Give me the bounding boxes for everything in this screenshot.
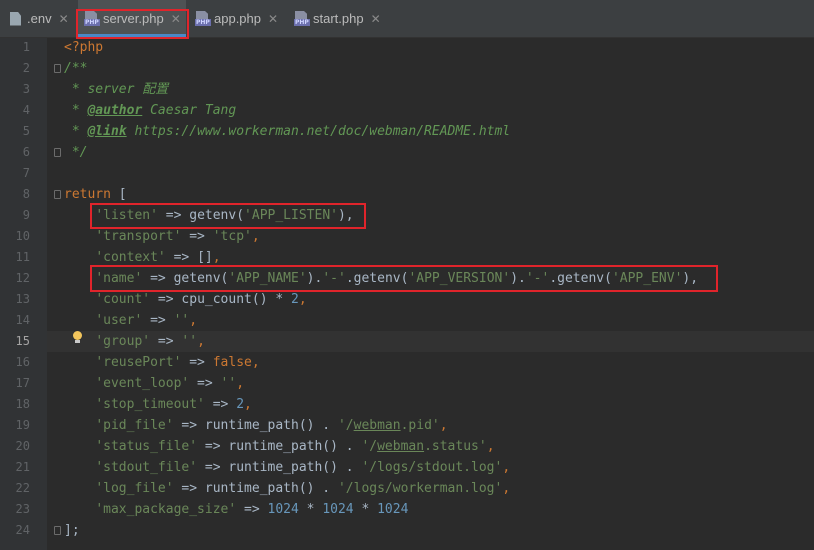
line-number: 20	[15, 439, 30, 453]
line-number: 4	[22, 103, 30, 117]
line-number: 23	[15, 502, 30, 516]
line-number: 16	[15, 355, 30, 369]
doc-tag: @link	[87, 124, 127, 139]
line-number: 21	[15, 460, 30, 474]
tab-label: app.php	[214, 11, 261, 26]
tab-label: .env	[27, 11, 52, 26]
tab-server-php[interactable]: server.php ✕	[78, 0, 186, 37]
close-icon[interactable]: ✕	[171, 12, 181, 26]
doc-comment: Caesar Tang	[142, 103, 237, 118]
keyword: return	[64, 187, 111, 202]
code-line-20: 'status_file' => runtime_path() . '/webm…	[95, 439, 495, 454]
fold-marker[interactable]	[54, 190, 61, 199]
php-file-icon	[84, 11, 100, 26]
php-open-tag: <?php	[64, 40, 104, 55]
php-file-icon	[195, 11, 211, 26]
code-line-19: 'pid_file' => runtime_path() . '/webman.…	[95, 418, 448, 433]
code-line-13: 'count' => cpu_count() * 2,	[95, 292, 307, 307]
line-number: 17	[15, 376, 30, 390]
code-line-22: 'log_file' => runtime_path() . '/logs/wo…	[95, 481, 511, 496]
line-number: 7	[22, 166, 30, 180]
tab-label: start.php	[313, 11, 364, 26]
line-number: 24	[15, 523, 30, 537]
doc-comment: */	[64, 145, 88, 160]
code-line-23: 'max_package_size' => 1024 * 1024 * 1024	[95, 502, 409, 517]
code-line-11: 'context' => [],	[95, 250, 221, 265]
line-number: 11	[15, 250, 30, 264]
code-line-6: */	[64, 142, 88, 163]
line-number: 15	[15, 334, 30, 348]
code-line-21: 'stdout_file' => runtime_path() . '/logs…	[95, 460, 511, 475]
code-line-3: * server 配置	[64, 79, 168, 100]
close-icon[interactable]: ✕	[59, 12, 69, 26]
line-number: 12	[15, 271, 30, 285]
fold-marker[interactable]	[54, 64, 61, 73]
fold-marker[interactable]	[54, 148, 61, 157]
line-number: 14	[15, 313, 30, 327]
code-line-16: 'reusePort' => false,	[95, 355, 260, 370]
code-line-5: * @link https://www.workerman.net/doc/we…	[64, 124, 511, 139]
line-number: 8	[22, 187, 30, 201]
editor-tab-bar: .env ✕ server.php ✕ app.php ✕ start.php …	[0, 0, 814, 38]
close-icon[interactable]: ✕	[268, 12, 278, 26]
line-number: 1	[22, 40, 30, 54]
line-number: 19	[15, 418, 30, 432]
line-number: 5	[22, 124, 30, 138]
code-line-1: <?php	[64, 37, 103, 58]
line-number: 18	[15, 397, 30, 411]
line-number: 2	[22, 61, 30, 75]
code-line-10: 'transport' => 'tcp',	[95, 229, 260, 244]
code-line-9: 'listen' => getenv('APP_LISTEN'),	[95, 208, 354, 223]
line-number: 13	[15, 292, 30, 306]
doc-comment: * server 配置	[64, 82, 169, 97]
doc-comment: /**	[64, 61, 88, 76]
line-number: 22	[15, 481, 30, 495]
file-icon	[10, 11, 21, 26]
code-line-17: 'event_loop' => '',	[95, 376, 245, 391]
line-number: 9	[22, 208, 30, 222]
code-line-18: 'stop_timeout' => 2,	[95, 397, 252, 412]
doc-tag: @author	[87, 103, 143, 118]
doc-link[interactable]: https://www.workerman.net/doc/webman/REA…	[127, 124, 510, 139]
line-number: 10	[15, 229, 30, 243]
tab-start-php[interactable]: start.php ✕	[294, 0, 381, 37]
code-line-15[interactable]: 'group' => '',	[64, 331, 205, 352]
code-line-14: 'user' => '',	[95, 313, 198, 328]
tab-label: server.php	[103, 11, 164, 26]
line-number: 3	[22, 82, 30, 96]
code-line-12: 'name' => getenv('APP_NAME').'-'.getenv(…	[95, 271, 699, 286]
fold-marker[interactable]	[54, 526, 61, 535]
tab-env[interactable]: .env ✕	[8, 0, 69, 37]
code-line-2: /**	[64, 58, 87, 79]
code-line-8: return [	[64, 187, 127, 202]
code-line-4: * @author Caesar Tang	[64, 103, 237, 118]
tab-app-php[interactable]: app.php ✕	[195, 0, 278, 37]
line-number: 6	[22, 145, 30, 159]
php-file-icon	[294, 11, 310, 26]
close-icon[interactable]: ✕	[371, 12, 381, 26]
code-line-24: ];	[64, 523, 80, 538]
